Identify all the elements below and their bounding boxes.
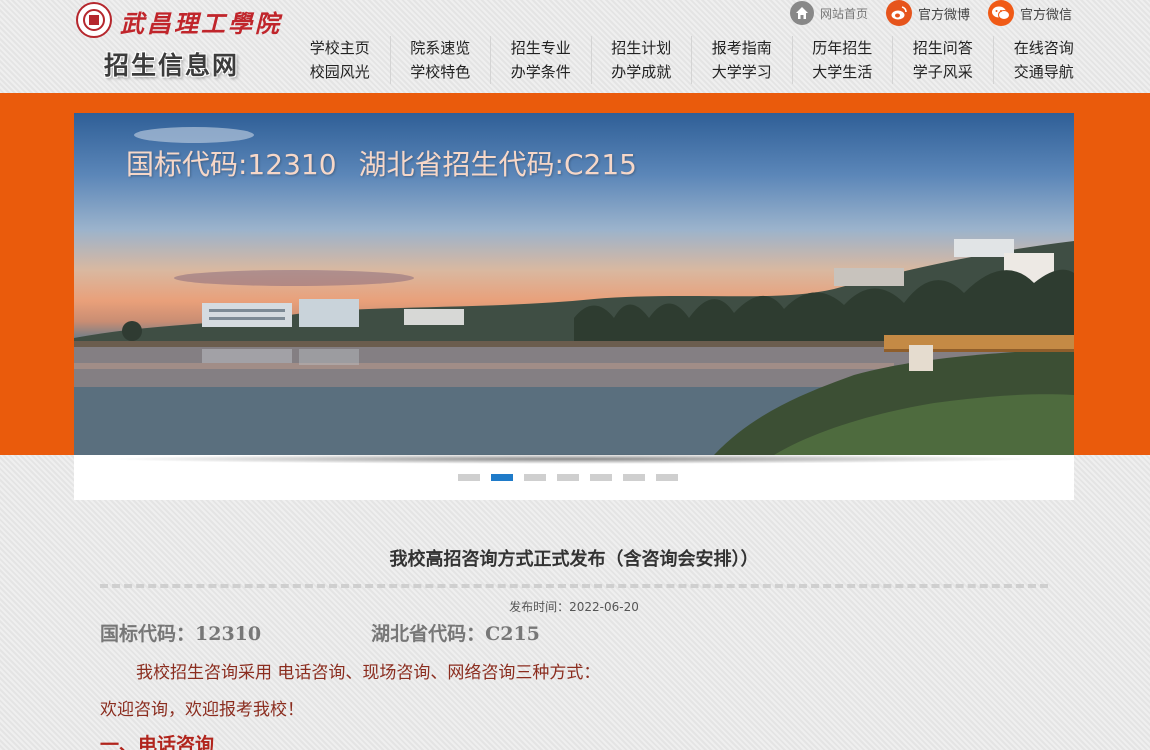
nav-item-enrollment-plan[interactable]: 招生计划 bbox=[611, 38, 671, 58]
slider-dot-3[interactable] bbox=[524, 474, 546, 481]
nav-item-school-features[interactable]: 学校特色 bbox=[410, 62, 470, 82]
top-links: 网站首页 官方微博 官方微信 bbox=[789, 0, 1072, 26]
national-code: 国标代码：12310 bbox=[100, 623, 262, 645]
nav-item-university-study[interactable]: 大学学习 bbox=[712, 62, 772, 82]
nav-column: 在线咨询 交通导航 bbox=[994, 36, 1095, 84]
nav-item-past-enrollment[interactable]: 历年招生 bbox=[812, 38, 872, 58]
slider-dot-6[interactable] bbox=[623, 474, 645, 481]
article-title: 我校高招咨询方式正式发布（含咨询会安排）） bbox=[389, 549, 759, 570]
banner-slide[interactable]: 国标代码:12310 湖北省招生代码:C215 bbox=[74, 113, 1074, 455]
wechat-link[interactable]: 官方微信 bbox=[987, 0, 1072, 26]
nav-item-student-showcase[interactable]: 学子风采 bbox=[913, 62, 973, 82]
nav-column: 报考指南 大学学习 bbox=[692, 36, 793, 84]
slider-dot-1[interactable] bbox=[458, 474, 480, 481]
nav-item-campus-scenery[interactable]: 校园风光 bbox=[310, 62, 370, 82]
article: 我校高招咨询方式正式发布（含咨询会安排）） 发布时间：2022-06-20 国标… bbox=[100, 540, 1048, 750]
slider-controls bbox=[74, 454, 1074, 500]
nav-item-facilities[interactable]: 办学条件 bbox=[511, 62, 571, 82]
publish-date: 发布时间：2022-06-20 bbox=[509, 600, 639, 614]
province-code: 湖北省代码：C215 bbox=[371, 623, 540, 645]
banner-national-code: 国标代码:12310 bbox=[126, 148, 337, 181]
main-nav: 学校主页 校园风光 院系速览 学校特色 招生专业 办学条件 招生计划 办学成就 … bbox=[290, 36, 1094, 84]
consult-methods-text: 我校招生咨询采用 电话咨询、现场咨询、网络咨询三种方式： bbox=[136, 663, 601, 683]
nav-item-school-home[interactable]: 学校主页 bbox=[310, 38, 370, 58]
nav-column: 学校主页 校园风光 bbox=[290, 36, 391, 84]
slider-dot-4[interactable] bbox=[557, 474, 579, 481]
slider-dot-7[interactable] bbox=[656, 474, 678, 481]
nav-item-achievements[interactable]: 办学成就 bbox=[611, 62, 671, 82]
nav-item-faq[interactable]: 招生问答 bbox=[913, 38, 973, 58]
weibo-icon bbox=[885, 0, 912, 26]
nav-item-application-guide[interactable]: 报考指南 bbox=[712, 38, 772, 58]
nav-column: 招生问答 学子风采 bbox=[893, 36, 994, 84]
wechat-link-label: 官方微信 bbox=[1019, 7, 1072, 23]
wechat-icon bbox=[987, 0, 1014, 26]
seal-icon bbox=[76, 2, 112, 38]
home-icon bbox=[789, 1, 814, 25]
weibo-link[interactable]: 官方微博 bbox=[885, 0, 970, 26]
college-logo[interactable]: 武昌理工學院 招生信息网 bbox=[76, 2, 286, 88]
nav-item-university-life[interactable]: 大学生活 bbox=[812, 62, 872, 82]
banner-province-code: 湖北省招生代码:C215 bbox=[358, 148, 637, 181]
nav-column: 招生计划 办学成就 bbox=[592, 36, 692, 84]
nav-column: 历年招生 大学生活 bbox=[793, 36, 893, 84]
weibo-link-label: 官方微博 bbox=[917, 7, 970, 23]
school-codes: 国标代码：12310 湖北省代码：C215 bbox=[100, 619, 1048, 646]
title-divider bbox=[100, 584, 1048, 588]
banner-caption: 国标代码:12310 湖北省招生代码:C215 bbox=[126, 143, 637, 183]
nav-column: 院系速览 学校特色 bbox=[391, 36, 491, 84]
home-link-label: 网站首页 bbox=[819, 6, 868, 21]
home-link[interactable]: 网站首页 bbox=[789, 1, 868, 25]
header: 武昌理工學院 招生信息网 网站首页 官方微博 官方微信 学校主页 校园风光 院系… bbox=[0, 0, 1150, 93]
slider-dot-2[interactable] bbox=[491, 474, 513, 481]
slider-dots bbox=[458, 474, 678, 481]
section-phone-consult: 一、电话咨询 bbox=[100, 734, 215, 750]
slider-dot-5[interactable] bbox=[590, 474, 612, 481]
nav-column: 招生专业 办学条件 bbox=[491, 36, 592, 84]
site-title: 招生信息网 bbox=[104, 51, 240, 80]
nav-item-departments[interactable]: 院系速览 bbox=[410, 38, 470, 58]
college-name: 武昌理工學院 bbox=[120, 9, 282, 38]
nav-item-majors[interactable]: 招生专业 bbox=[511, 38, 571, 58]
welcome-text: 欢迎咨询，欢迎报考我校！ bbox=[100, 700, 304, 720]
nav-item-online-consult[interactable]: 在线咨询 bbox=[1014, 38, 1074, 58]
nav-item-transport[interactable]: 交通导航 bbox=[1014, 62, 1074, 82]
